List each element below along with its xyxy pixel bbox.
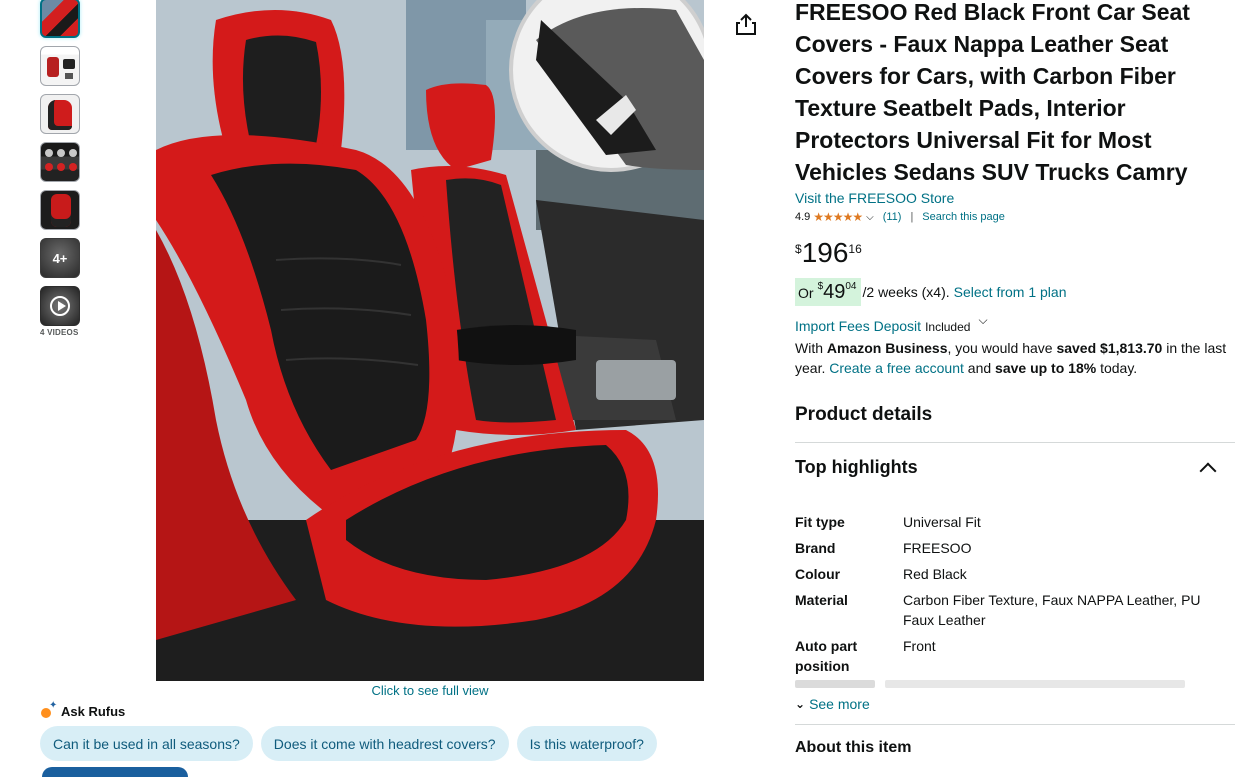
business-text: With bbox=[795, 340, 827, 356]
installment-fraction: 04 bbox=[845, 281, 857, 292]
chevron-down-icon: ⌄ bbox=[795, 697, 806, 711]
import-fees-included: Included bbox=[925, 320, 971, 334]
detail-row: Colour Red Black bbox=[795, 564, 1235, 584]
thumbnail-image-2[interactable] bbox=[40, 46, 80, 86]
chevron-down-icon[interactable]: ⌵ bbox=[978, 313, 987, 328]
divider bbox=[795, 724, 1235, 725]
store-link[interactable]: Visit the FREESOO Store bbox=[795, 190, 1235, 206]
thumbnail-image-3[interactable] bbox=[40, 94, 80, 134]
ask-rufus-heading: Ask Rufus bbox=[40, 700, 126, 719]
installment-price-badge: Or $ 49 04 bbox=[795, 278, 861, 306]
play-icon bbox=[50, 296, 70, 316]
car-seat-illustration bbox=[156, 0, 704, 681]
rufus-icon bbox=[40, 700, 57, 719]
installment-whole: 49 bbox=[823, 281, 846, 303]
detail-key: Auto part position bbox=[795, 638, 858, 674]
detail-row: Material Carbon Fiber Texture, Faux NAPP… bbox=[795, 590, 1235, 630]
product-details-heading: Product details bbox=[795, 404, 933, 425]
business-text: , you would have bbox=[947, 340, 1057, 356]
faded-overflow bbox=[795, 680, 1235, 690]
full-view-link[interactable]: Click to see full view bbox=[156, 683, 704, 698]
chevron-down-icon[interactable]: ⌵ bbox=[866, 212, 874, 223]
see-more-link[interactable]: ⌄ See more bbox=[795, 696, 1235, 712]
see-more-label: See more bbox=[809, 696, 870, 712]
about-item-heading: About this item bbox=[795, 739, 912, 756]
select-plan-link[interactable]: Select from 1 plan bbox=[954, 284, 1067, 300]
business-saved: saved $1,813.70 bbox=[1056, 340, 1163, 356]
installment-terms: /2 weeks (x4). bbox=[862, 284, 950, 300]
rufus-ask-button[interactable] bbox=[42, 767, 188, 777]
details-table: Fit type Universal Fit Brand FREESOO Col… bbox=[795, 512, 1235, 690]
search-page-link[interactable]: Search this page bbox=[922, 211, 1005, 223]
price-symbol: $ bbox=[795, 242, 802, 256]
video-thumbnail[interactable] bbox=[40, 286, 80, 326]
product-info: FREESOO Red Black Front Car Seat Covers … bbox=[795, 0, 1235, 757]
product-title: FREESOO Red Black Front Car Seat Covers … bbox=[795, 0, 1190, 185]
business-save-up: save up to 18% bbox=[995, 360, 1097, 376]
price-whole: 196 bbox=[801, 237, 849, 268]
business-text: and bbox=[963, 360, 996, 376]
rufus-question-chips: Can it be used in all seasons? Does it c… bbox=[40, 726, 657, 761]
thumbnail-image-5[interactable] bbox=[40, 190, 80, 230]
chevron-up-icon[interactable] bbox=[1199, 459, 1217, 477]
import-fees-link[interactable]: Import Fees Deposit bbox=[795, 318, 921, 334]
detail-value: FREESOO bbox=[903, 540, 972, 556]
videos-count-label: 4 VIDEOS bbox=[40, 328, 79, 337]
installment-or: Or bbox=[798, 285, 814, 301]
thumbnail-image-4[interactable] bbox=[40, 142, 80, 182]
detail-row: Fit type Universal Fit bbox=[795, 512, 1235, 532]
detail-value: Front bbox=[903, 638, 936, 654]
business-text: today. bbox=[1096, 360, 1138, 376]
detail-row: Auto part position Front bbox=[795, 636, 1235, 676]
detail-row: Brand FREESOO bbox=[795, 538, 1235, 558]
more-images-label: 4+ bbox=[52, 250, 68, 266]
star-rating-icon[interactable]: ★★★★★ bbox=[813, 210, 863, 224]
business-brand: Amazon Business bbox=[826, 340, 948, 356]
thumbnail-strip: 4+ 4 VIDEOS bbox=[40, 0, 82, 337]
main-product-image[interactable] bbox=[156, 0, 704, 681]
import-fees: Import Fees Deposit Included ⌵ bbox=[795, 313, 1235, 335]
rufus-question-chip[interactable]: Can it be used in all seasons? bbox=[40, 726, 253, 761]
divider bbox=[795, 442, 1235, 443]
create-account-link[interactable]: Create a free account bbox=[829, 360, 964, 376]
rufus-question-chip[interactable]: Is this waterproof? bbox=[516, 726, 657, 761]
rating-count-link[interactable]: (11) bbox=[883, 211, 902, 223]
more-images-thumbnail[interactable]: 4+ bbox=[40, 238, 80, 278]
ask-rufus-label: Ask Rufus bbox=[61, 703, 126, 719]
top-highlights-toggle[interactable]: Top highlights bbox=[795, 457, 1235, 478]
detail-key: Colour bbox=[795, 566, 841, 582]
detail-key: Material bbox=[795, 592, 848, 608]
installment-offer: Or $ 49 04 /2 weeks (x4). Select from 1 … bbox=[795, 278, 1235, 306]
share-icon[interactable] bbox=[735, 12, 757, 36]
rating-value: 4.9 bbox=[795, 211, 811, 223]
amazon-business-offer: With Amazon Business, you would have sav… bbox=[795, 338, 1235, 378]
detail-value: Carbon Fiber Texture, Faux NAPPA Leather… bbox=[903, 592, 1201, 628]
thumbnail-image-1[interactable] bbox=[40, 0, 80, 38]
detail-key: Fit type bbox=[795, 514, 845, 530]
top-highlights-heading: Top highlights bbox=[795, 457, 918, 477]
price: $ 196 16 bbox=[795, 238, 1235, 268]
separator: | bbox=[910, 211, 914, 223]
detail-value: Universal Fit bbox=[903, 514, 981, 530]
rufus-question-chip[interactable]: Does it come with headrest covers? bbox=[260, 726, 509, 761]
detail-key: Brand bbox=[795, 540, 836, 556]
rating-row: 4.9 ★★★★★ ⌵ (11) | Search this page bbox=[795, 210, 1235, 224]
detail-value: Red Black bbox=[903, 566, 967, 582]
price-fraction: 16 bbox=[848, 242, 862, 256]
